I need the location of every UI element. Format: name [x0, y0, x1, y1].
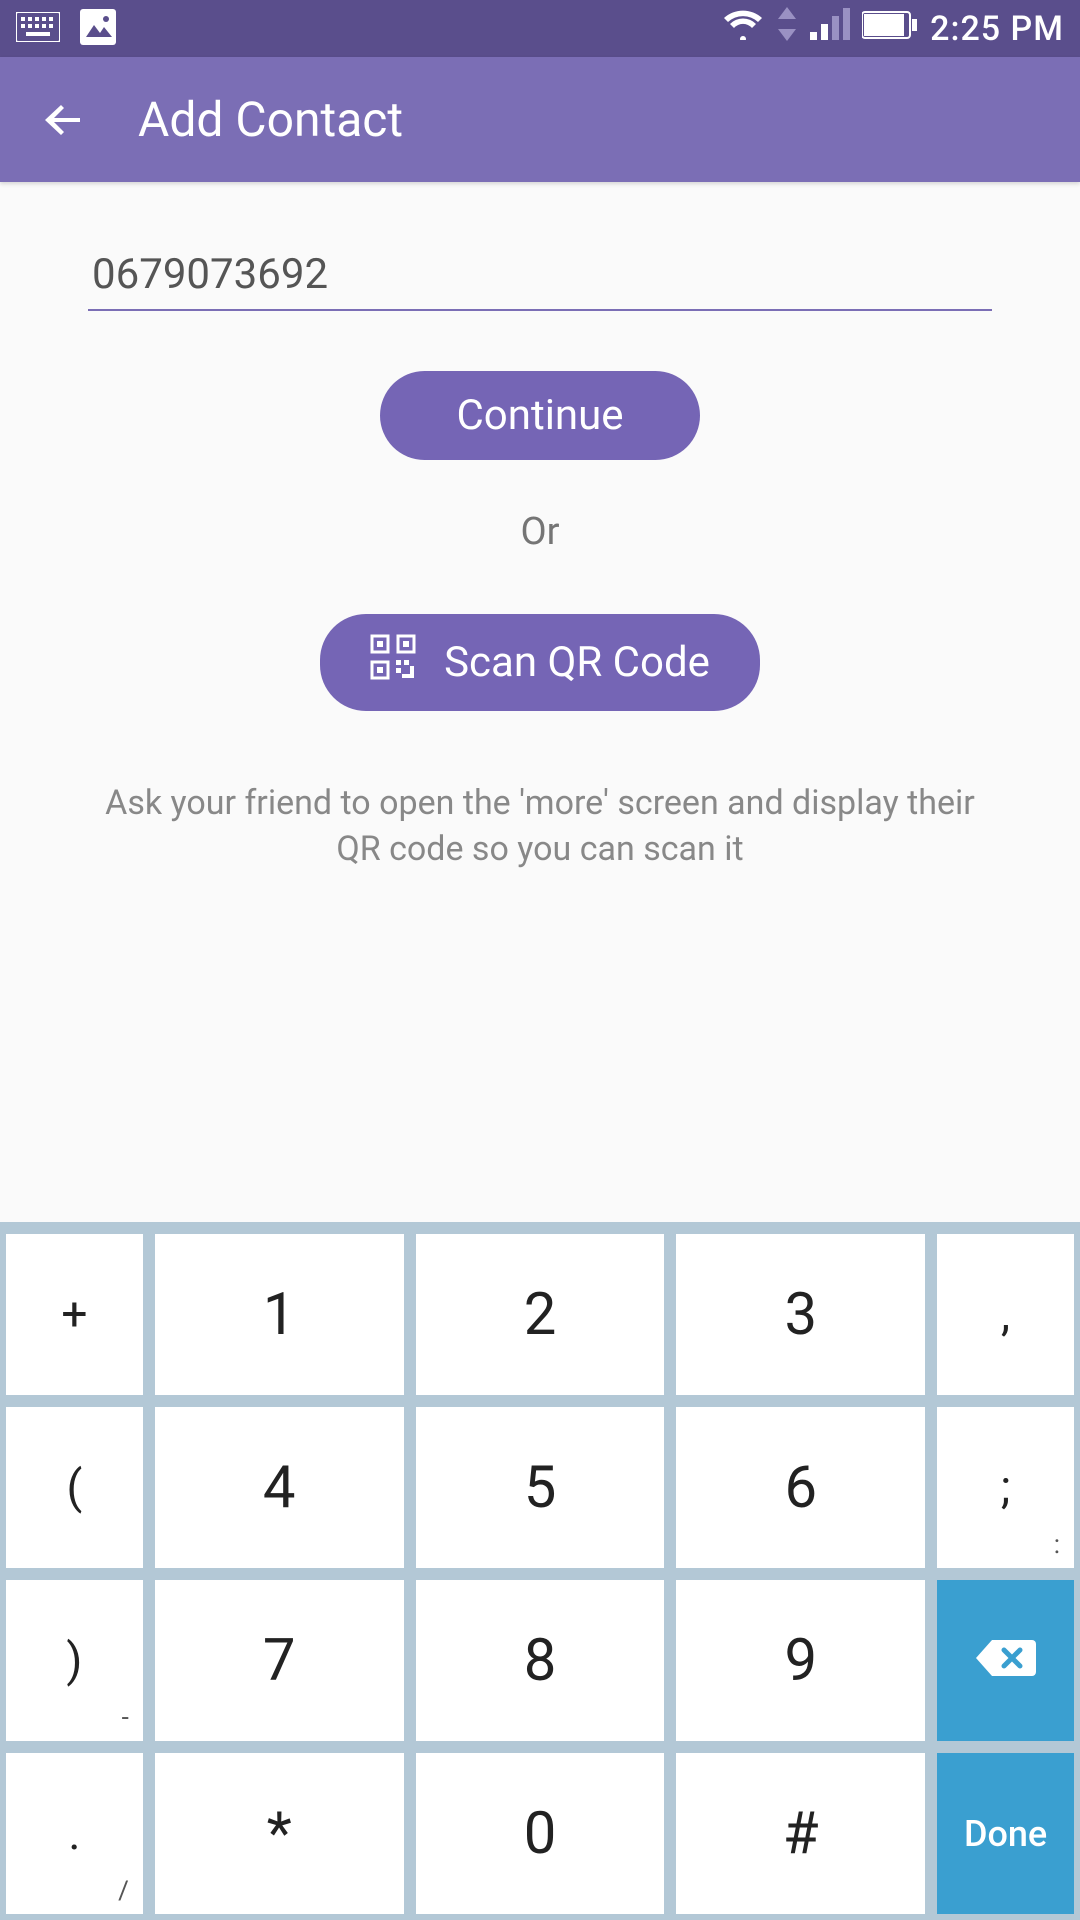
key-label: ( [67, 1461, 83, 1515]
scan-qr-label: Scan QR Code [444, 638, 710, 687]
key-,[interactable]: , [937, 1234, 1074, 1395]
status-bar: 2:25 PM [0, 0, 1080, 57]
key-0[interactable]: 0 [416, 1753, 665, 1914]
key-label: ; [1001, 1461, 1011, 1515]
key-label: 8 [524, 1627, 557, 1695]
key-sublabel: - [122, 1703, 129, 1733]
scan-qr-button[interactable]: Scan QR Code [320, 614, 760, 711]
key-;[interactable]: ;: [937, 1407, 1074, 1568]
key-6[interactable]: 6 [676, 1407, 925, 1568]
key-7[interactable]: 7 [155, 1580, 404, 1741]
page-title: Add Contact [138, 91, 403, 148]
key-label: , [1001, 1288, 1010, 1342]
key-done[interactable]: Done [937, 1753, 1074, 1914]
backspace-icon [974, 1627, 1038, 1695]
key-label: 7 [263, 1627, 296, 1695]
key-label: 3 [784, 1281, 817, 1349]
key-*[interactable]: * [155, 1753, 404, 1914]
key-label: 9 [784, 1627, 817, 1695]
key-3[interactable]: 3 [676, 1234, 925, 1395]
qr-code-icon [370, 634, 416, 691]
key-label: 6 [784, 1454, 817, 1522]
keyboard-row: ./*0#Done [6, 1753, 1074, 1914]
key-)[interactable]: )- [6, 1580, 143, 1741]
key-label: + [61, 1288, 87, 1342]
key-backspace[interactable] [937, 1580, 1074, 1741]
signal-icon [810, 8, 850, 49]
key-2[interactable]: 2 [416, 1234, 665, 1395]
data-arrows-icon [776, 7, 798, 50]
status-right: 2:25 PM [722, 7, 1064, 50]
app-bar: Add Contact [0, 57, 1080, 182]
continue-button[interactable]: Continue [380, 371, 699, 460]
or-label: Or [520, 510, 559, 554]
main-content: Continue Or Scan QR Code Ask your friend… [0, 182, 1080, 1222]
key-1[interactable]: 1 [155, 1234, 404, 1395]
key-.[interactable]: ./ [6, 1753, 143, 1914]
hint-text: Ask your friend to open the 'more' scree… [100, 781, 980, 873]
back-arrow-icon[interactable] [40, 96, 88, 144]
continue-label: Continue [456, 391, 623, 440]
key-+[interactable]: + [6, 1234, 143, 1395]
key-8[interactable]: 8 [416, 1580, 665, 1741]
key-label: 1 [263, 1281, 296, 1349]
key-label: 2 [524, 1281, 557, 1349]
soft-keyboard: +123,(456;:)-789./*0#Done [0, 1222, 1080, 1920]
keyboard-row: +1 2 3, [6, 1234, 1074, 1395]
keyboard-row: (4 5 6;: [6, 1407, 1074, 1568]
key-9[interactable]: 9 [676, 1580, 925, 1741]
key-sublabel: : [1054, 1530, 1060, 1560]
key-label: * [267, 1800, 292, 1868]
wifi-icon [722, 8, 764, 49]
keyboard-indicator-icon [16, 12, 60, 46]
image-indicator-icon [78, 7, 118, 51]
key-5[interactable]: 5 [416, 1407, 665, 1568]
key-label: 5 [524, 1454, 557, 1522]
key-label: ) [66, 1634, 82, 1688]
key-label: 4 [263, 1454, 296, 1522]
status-left [16, 7, 118, 51]
keyboard-row: )-789 [6, 1580, 1074, 1741]
phone-number-input[interactable] [88, 242, 992, 311]
key-label: . [68, 1807, 80, 1861]
key-label: # [783, 1800, 819, 1868]
key-([interactable]: ( [6, 1407, 143, 1568]
status-time: 2:25 PM [930, 9, 1064, 49]
battery-icon [862, 9, 918, 49]
key-#[interactable]: # [676, 1753, 925, 1914]
key-sublabel: / [118, 1876, 129, 1906]
key-4[interactable]: 4 [155, 1407, 404, 1568]
key-label: 0 [524, 1800, 557, 1868]
